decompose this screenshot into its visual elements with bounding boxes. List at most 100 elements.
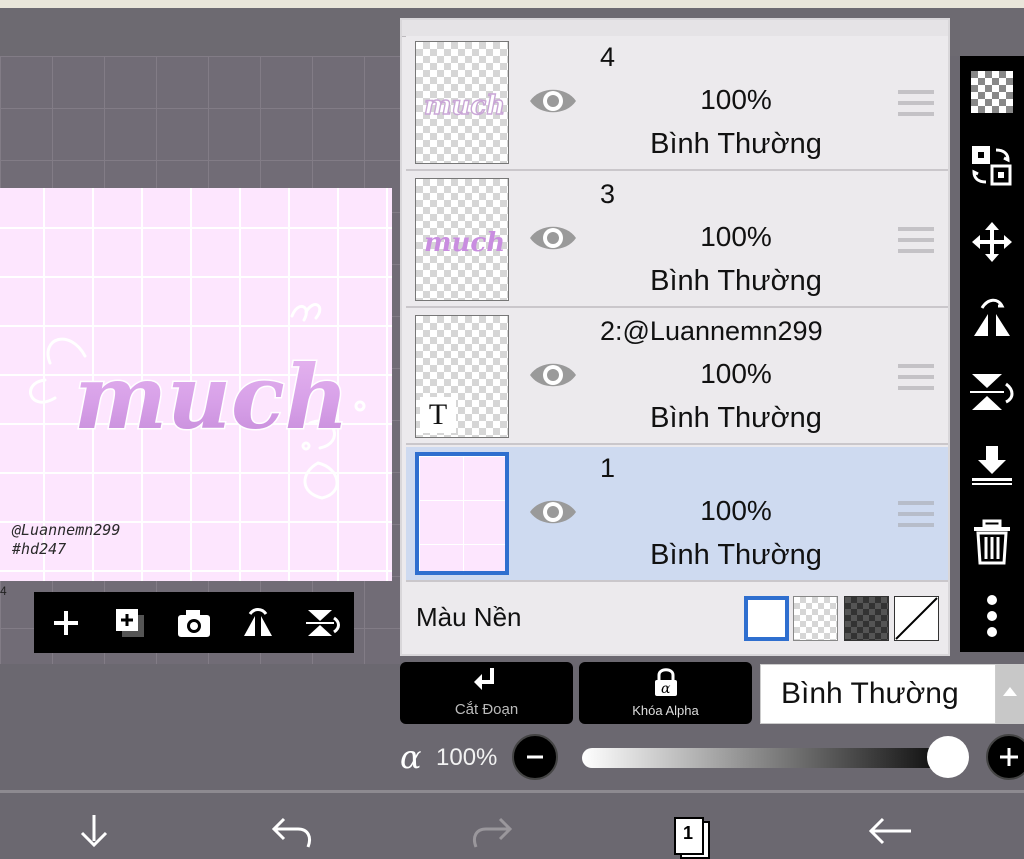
clipping-button[interactable]: Cắt Đoạn — [400, 662, 573, 724]
move-button[interactable] — [968, 218, 1016, 266]
layer-opacity: 100% — [700, 221, 772, 252]
blend-mode-value: Bình Thường — [781, 677, 959, 710]
plus-icon — [54, 610, 78, 635]
more-vertical-icon — [987, 595, 997, 637]
bg-swatch-none[interactable] — [894, 596, 939, 641]
signature-line2: #hd247 — [12, 540, 67, 558]
bottom-navigation: 1 — [0, 793, 1024, 859]
minus-icon — [527, 755, 543, 759]
alpha-lock-button[interactable]: α Khóa Alpha — [579, 662, 752, 724]
camera-import-button[interactable] — [170, 599, 218, 647]
duplicate-icon — [116, 608, 144, 637]
background-color-label: Màu Nền — [416, 602, 522, 632]
layer-name: 3 — [600, 179, 616, 209]
layer-thumbnail-selected — [415, 452, 509, 575]
layer-thumbnail: much — [415, 41, 509, 164]
drag-handle-icon[interactable] — [898, 88, 934, 118]
redo-icon — [472, 817, 513, 848]
layer-row-2[interactable]: T 2:@Luannemn299 100% Bình Thường — [406, 310, 948, 445]
no-color-slash-icon — [895, 597, 938, 640]
canvas-edge-mark: 4 — [0, 584, 7, 598]
move-arrows-icon — [972, 222, 1012, 262]
download-button[interactable] — [64, 813, 124, 853]
delete-layer-button[interactable] — [968, 518, 1016, 566]
more-options-button[interactable] — [968, 592, 1016, 640]
flip-horizontal-button[interactable] — [234, 599, 282, 647]
layer-name: 1 — [600, 453, 616, 483]
visibility-eye-icon[interactable] — [528, 495, 578, 529]
duplicate-layer-button[interactable] — [106, 599, 154, 647]
alpha-lock-label: Khóa Alpha — [632, 703, 699, 718]
flip-vertical-button[interactable] — [298, 599, 346, 647]
layer-blend-mode: Bình Thường — [650, 539, 822, 571]
thumb-text: much — [424, 228, 505, 258]
trash-icon — [974, 519, 1010, 565]
undo-button[interactable] — [262, 813, 322, 853]
drag-handle-icon[interactable] — [898, 362, 934, 392]
visibility-eye-icon[interactable] — [528, 84, 578, 118]
visibility-eye-icon[interactable] — [528, 221, 578, 255]
bg-swatch-transparent-light[interactable] — [793, 596, 838, 641]
drag-handle-icon[interactable] — [898, 225, 934, 255]
drawing-canvas[interactable]: much @Luannemn299 #hd247 — [0, 188, 392, 581]
swap-layer-button[interactable] — [968, 142, 1016, 190]
background-color-row: Màu Nền — [402, 584, 948, 654]
flip-horizontal-layer-button[interactable] — [968, 294, 1016, 342]
clipping-label: Cắt Đoạn — [454, 701, 519, 718]
plus-icon — [1000, 748, 1018, 766]
redo-button[interactable] — [462, 813, 522, 853]
flip-horizontal-icon — [974, 298, 1010, 336]
layer-page-number: 1 — [682, 823, 693, 843]
layer-opacity: 100% — [700, 84, 772, 115]
layer-opacity: 100% — [700, 358, 772, 389]
signature-line1: @Luannemn299 — [12, 521, 121, 539]
layer-row-3[interactable]: much 3 100% Bình Thường — [406, 173, 948, 308]
flip-vertical-icon — [970, 374, 1014, 410]
chevron-up-icon — [1003, 687, 1017, 696]
alpha-symbol: α — [400, 738, 422, 776]
layer-row-partial[interactable] — [402, 20, 948, 37]
layer-row-1[interactable]: 1 100% Bình Thường — [406, 447, 948, 582]
blend-mode-dropdown-button[interactable] — [996, 664, 1024, 724]
bg-swatch-white[interactable] — [744, 596, 789, 641]
flip-horizontal-icon — [244, 607, 272, 636]
swap-icon — [972, 146, 1012, 186]
layer-row-4[interactable]: much 4 100% Bình Thường — [406, 36, 948, 171]
undo-icon — [271, 817, 312, 848]
svg-text:α: α — [661, 681, 671, 697]
add-layer-button[interactable] — [42, 599, 90, 647]
transparency-button[interactable] — [968, 68, 1016, 116]
merge-down-button[interactable] — [968, 440, 1016, 488]
canvas-toolbar — [34, 592, 354, 653]
drag-handle-icon[interactable] — [898, 499, 934, 529]
opacity-slider-knob[interactable] — [927, 736, 969, 778]
download-arrow-icon — [80, 815, 108, 848]
flip-vertical-layer-button[interactable] — [968, 368, 1016, 416]
layer-thumbnail: much — [415, 178, 509, 301]
layer-opacity: 100% — [700, 495, 772, 526]
lock-icon: α — [655, 668, 677, 697]
opacity-slider[interactable] — [582, 748, 962, 768]
text-layer-icon: T — [420, 397, 456, 433]
layer-name: 2:@Luannemn299 — [600, 316, 823, 346]
opacity-row: α 100% — [400, 732, 1024, 784]
clip-arrow-icon — [474, 668, 494, 690]
layer-name: 4 — [600, 42, 616, 72]
status-strip — [0, 0, 1024, 8]
layer-blend-mode: Bình Thường — [650, 402, 822, 434]
back-button[interactable] — [860, 813, 920, 853]
layers-count-button[interactable]: 1 — [660, 817, 720, 859]
flip-vertical-icon — [306, 609, 340, 636]
opacity-increase-button[interactable] — [986, 734, 1024, 780]
camera-icon — [178, 609, 210, 637]
blend-mode-select[interactable]: Bình Thường — [760, 664, 996, 724]
layer-blend-mode: Bình Thường — [650, 265, 822, 297]
layer-thumbnail: T — [415, 315, 509, 438]
layers-stack-icon: 1 — [668, 817, 712, 859]
layer-blend-mode: Bình Thường — [650, 128, 822, 160]
bg-swatch-transparent-dark[interactable] — [844, 596, 889, 641]
artwork-text: much — [74, 345, 349, 449]
opacity-decrease-button[interactable] — [512, 734, 558, 780]
visibility-eye-icon[interactable] — [528, 358, 578, 392]
thumb-text: much — [424, 91, 505, 121]
